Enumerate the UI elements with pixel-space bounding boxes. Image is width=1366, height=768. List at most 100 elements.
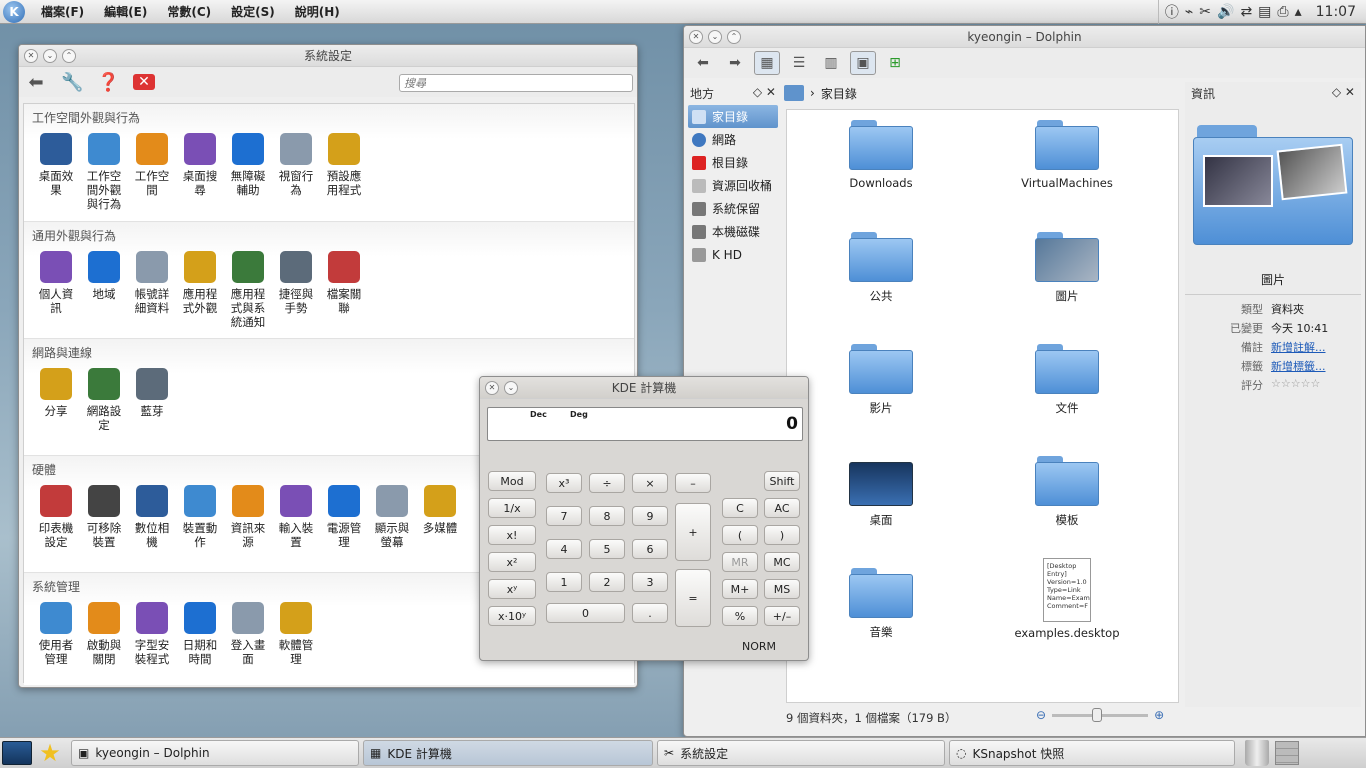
- settings-module[interactable]: 登入畫 面: [224, 600, 272, 666]
- back-arrow-icon[interactable]: ⬅: [690, 51, 716, 75]
- forward-arrow-icon[interactable]: ➡: [722, 51, 748, 75]
- task-ksnapshot[interactable]: ◌ KSnapshot 快照: [949, 740, 1235, 766]
- close-paren-button[interactable]: ): [764, 525, 800, 545]
- clock[interactable]: 11:07: [1316, 4, 1356, 20]
- menu-settings[interactable]: 設定(S): [221, 3, 285, 20]
- cube-button[interactable]: x³: [546, 473, 582, 493]
- settings-module[interactable]: 工作空 間外觀 與行為: [80, 131, 128, 211]
- digit-4-button[interactable]: 4: [546, 539, 582, 559]
- calculator-titlebar[interactable]: ✕ ⌄ KDE 計算機: [480, 377, 808, 399]
- menu-file[interactable]: 檔案(F): [31, 3, 94, 20]
- settings-module[interactable]: 無障礙 輔助: [224, 131, 272, 211]
- file-item-documents[interactable]: 文件: [987, 344, 1147, 416]
- rating-stars[interactable]: ☆☆☆☆☆: [1271, 377, 1320, 393]
- percent-button[interactable]: %: [722, 606, 758, 626]
- digit-1-button[interactable]: 1: [546, 572, 582, 592]
- expand-tray-icon[interactable]: ▴: [1295, 4, 1302, 20]
- settings-module[interactable]: 多媒體: [416, 483, 464, 549]
- close-icon[interactable]: ✕: [485, 380, 499, 395]
- kde-menu-icon[interactable]: K: [3, 0, 25, 23]
- back-arrow-icon[interactable]: ⬅: [25, 72, 47, 93]
- clear-button[interactable]: C: [722, 498, 758, 518]
- maximize-icon[interactable]: ⌃: [62, 48, 76, 63]
- file-item-pictures[interactable]: 圖片: [987, 232, 1147, 304]
- minimize-icon[interactable]: ⌄: [504, 380, 518, 395]
- minus-button[interactable]: –: [675, 473, 711, 493]
- place-home[interactable]: 家目錄: [688, 105, 778, 128]
- clipboard-icon[interactable]: ▤: [1258, 4, 1271, 20]
- digit-6-button[interactable]: 6: [632, 539, 668, 559]
- zoom-handle[interactable]: [1092, 707, 1103, 722]
- settings-module[interactable]: 桌面效 果: [32, 131, 80, 211]
- digit-7-button[interactable]: 7: [546, 506, 582, 526]
- settings-module[interactable]: 檔案關 聯: [320, 249, 368, 329]
- settings-module[interactable]: 捷徑與 手勢: [272, 249, 320, 329]
- columns-view-icon[interactable]: ▥: [818, 51, 844, 75]
- mod-button[interactable]: Mod: [488, 471, 536, 491]
- settings-module[interactable]: 視窗行 為: [272, 131, 320, 211]
- usb-icon[interactable]: ⇄: [1240, 4, 1252, 20]
- breadcrumb-home[interactable]: 家目錄: [821, 85, 857, 102]
- trash-icon[interactable]: [1245, 740, 1269, 766]
- add-tags-link[interactable]: 新增標籤...: [1271, 358, 1326, 374]
- dolphin-titlebar[interactable]: ✕ ⌄ ⌃ kyeongin – Dolphin: [684, 26, 1365, 48]
- exp10-button[interactable]: x·10ʸ: [488, 606, 536, 626]
- place-local-disk[interactable]: 本機磁碟: [688, 220, 778, 243]
- file-item-music[interactable]: 音樂: [801, 568, 961, 640]
- settings-module[interactable]: 印表機 設定: [32, 483, 80, 549]
- chevron-right-icon[interactable]: ›: [810, 86, 815, 100]
- settings-module[interactable]: 電源管 理: [320, 483, 368, 549]
- digit-3-button[interactable]: 3: [632, 572, 668, 592]
- close-icon[interactable]: ✕: [689, 29, 703, 44]
- factorial-button[interactable]: x!: [488, 525, 536, 545]
- add-comment-link[interactable]: 新增註解...: [1271, 339, 1326, 355]
- settings-module[interactable]: 應用程 式與系 統通知: [224, 249, 272, 329]
- zoom-track[interactable]: [1052, 707, 1149, 722]
- plus-minus-button[interactable]: +/–: [764, 606, 800, 626]
- task-system-settings[interactable]: ✂ 系統設定: [657, 740, 945, 766]
- zoom-slider[interactable]: ⊖ ⊕: [1036, 707, 1164, 722]
- settings-module[interactable]: 應用程 式外觀: [176, 249, 224, 329]
- preview-icon[interactable]: ▣: [850, 51, 876, 75]
- multiply-button[interactable]: ×: [632, 473, 668, 493]
- settings-module[interactable]: 裝置動 作: [176, 483, 224, 549]
- reciprocal-button[interactable]: 1/x: [488, 498, 536, 518]
- place-trash[interactable]: 資源回收桶: [688, 174, 778, 197]
- file-item-templates[interactable]: 模板: [987, 456, 1147, 528]
- volume-icon[interactable]: 🔊: [1217, 4, 1234, 20]
- task-dolphin[interactable]: ▣ kyeongin – Dolphin: [71, 740, 359, 766]
- menu-constants[interactable]: 常數(C): [157, 3, 221, 20]
- settings-module[interactable]: 帳號詳 細資料: [128, 249, 176, 329]
- settings-module[interactable]: 輸入裝 置: [272, 483, 320, 549]
- equals-button[interactable]: =: [675, 569, 711, 627]
- place-network[interactable]: 網路: [688, 128, 778, 151]
- settings-module[interactable]: 資訊來 源: [224, 483, 272, 549]
- settings-module[interactable]: 預設應 用程式: [320, 131, 368, 211]
- info-icon[interactable]: ⓘ: [1165, 2, 1179, 22]
- digit-9-button[interactable]: 9: [632, 506, 668, 526]
- decimal-button[interactable]: .: [632, 603, 668, 623]
- menu-help[interactable]: 說明(H): [285, 3, 350, 20]
- zoom-out-icon[interactable]: ⊖: [1036, 708, 1046, 722]
- settings-module[interactable]: 使用者 管理: [32, 600, 80, 666]
- memory-clear-button[interactable]: MC: [764, 552, 800, 572]
- digit-8-button[interactable]: 8: [589, 506, 625, 526]
- settings-module[interactable]: 地域: [80, 249, 128, 329]
- quit-icon[interactable]: ✕: [133, 74, 155, 90]
- file-item-desktop[interactable]: 桌面: [801, 456, 961, 528]
- network-icon[interactable]: ⌁: [1185, 4, 1193, 20]
- minimize-icon[interactable]: ⌄: [43, 48, 57, 63]
- memory-recall-button[interactable]: MR: [722, 552, 758, 572]
- settings-module[interactable]: 啟動與 關閉: [80, 600, 128, 666]
- scissors-icon[interactable]: ✂: [1199, 4, 1211, 20]
- settings-module[interactable]: 數位相 機: [128, 483, 176, 549]
- settings-module[interactable]: 網路設 定: [80, 366, 128, 432]
- settings-module[interactable]: 可移除 裝置: [80, 483, 128, 549]
- details-view-icon[interactable]: ☰: [786, 51, 812, 75]
- square-button[interactable]: x²: [488, 552, 536, 572]
- settings-module[interactable]: 字型安 裝程式: [128, 600, 176, 666]
- all-clear-button[interactable]: AC: [764, 498, 800, 518]
- show-desktop-icon[interactable]: [2, 741, 32, 765]
- digit-2-button[interactable]: 2: [589, 572, 625, 592]
- wrench-icon[interactable]: 🔧: [61, 72, 83, 93]
